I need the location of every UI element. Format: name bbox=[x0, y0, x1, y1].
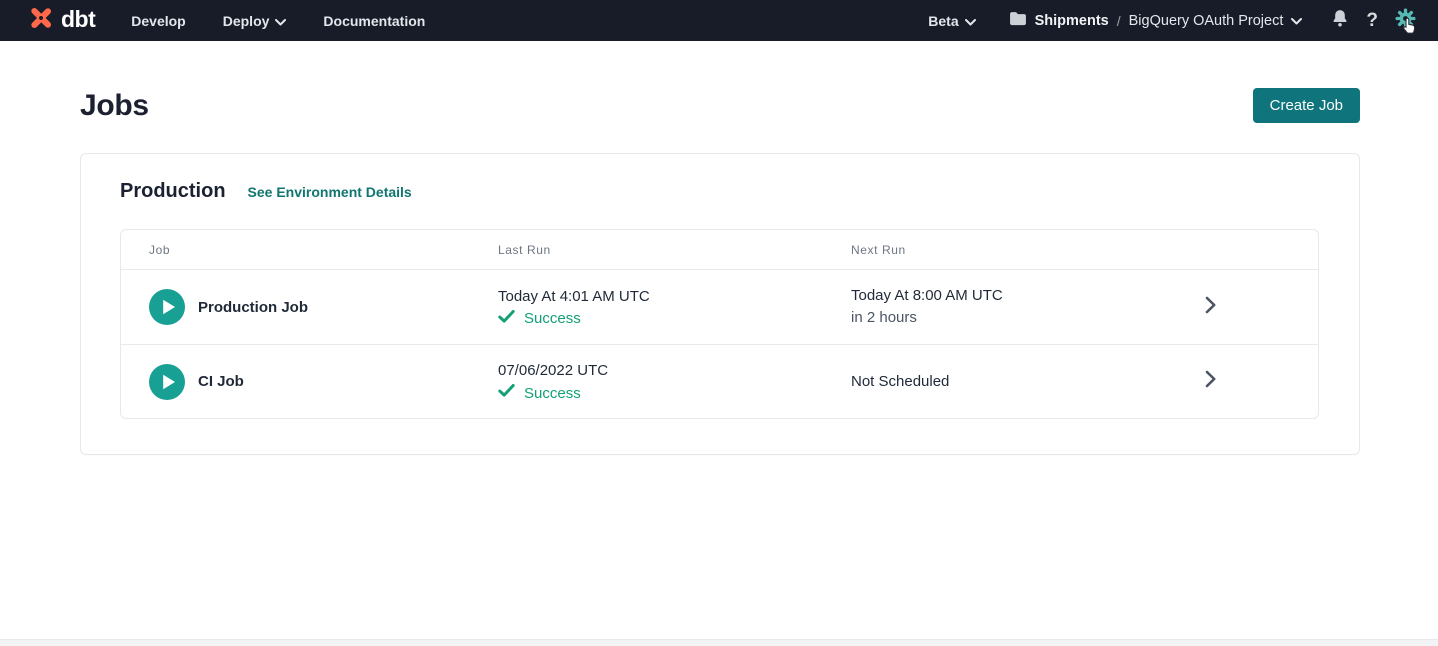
jobs-table-header: Job Last Run Next Run bbox=[121, 230, 1318, 270]
job-cell: Production Job bbox=[149, 289, 498, 325]
last-run-status: Success bbox=[498, 310, 851, 328]
top-navbar: dbt Develop Deploy Documentation Beta Sh… bbox=[0, 0, 1438, 41]
beta-dropdown[interactable]: Beta bbox=[928, 13, 975, 29]
chevron-down-icon bbox=[275, 13, 286, 29]
navbar-left: dbt Develop Deploy Documentation bbox=[26, 3, 425, 38]
environment-card: Production See Environment Details Job L… bbox=[80, 153, 1360, 455]
next-run-time: Not Scheduled bbox=[851, 372, 1182, 392]
check-icon bbox=[498, 310, 515, 328]
next-run-cell: Today At 8:00 AM UTC in 2 hours bbox=[851, 286, 1182, 328]
last-run-time: 07/06/2022 UTC bbox=[498, 361, 851, 381]
see-environment-details-link[interactable]: See Environment Details bbox=[248, 184, 412, 200]
column-header-job: Job bbox=[149, 243, 498, 257]
jobs-table: Job Last Run Next Run Production Job bbox=[120, 229, 1319, 419]
help-button[interactable]: ? bbox=[1366, 10, 1378, 32]
nav-documentation[interactable]: Documentation bbox=[323, 13, 425, 29]
chevron-down-icon bbox=[965, 13, 976, 29]
bottom-strip bbox=[0, 639, 1438, 646]
play-icon bbox=[149, 364, 185, 400]
dbt-logo-icon bbox=[26, 3, 56, 38]
last-run-cell: Today At 4:01 AM UTC Success bbox=[498, 287, 851, 328]
status-label: Success bbox=[524, 310, 581, 327]
last-run-cell: 07/06/2022 UTC Success bbox=[498, 361, 851, 402]
next-run-cell: Not Scheduled bbox=[851, 372, 1182, 392]
navbar-right: Beta Shipments / BigQuery OAuth Project bbox=[928, 8, 1416, 34]
notifications-button[interactable] bbox=[1331, 8, 1349, 33]
nav-deploy[interactable]: Deploy bbox=[223, 13, 287, 29]
run-job-button[interactable] bbox=[149, 364, 185, 400]
bell-icon bbox=[1331, 8, 1349, 33]
next-run-note: in 2 hours bbox=[851, 308, 1182, 328]
settings-button[interactable] bbox=[1395, 8, 1416, 34]
row-detail-button[interactable] bbox=[1182, 296, 1238, 319]
column-header-last-run: Last Run bbox=[498, 243, 851, 257]
account-name[interactable]: Shipments bbox=[1035, 13, 1109, 29]
folder-icon bbox=[1009, 11, 1027, 31]
environment-name: Production bbox=[120, 180, 226, 203]
status-label: Success bbox=[524, 385, 581, 402]
job-name: Production Job bbox=[198, 299, 308, 316]
nav-develop[interactable]: Develop bbox=[131, 13, 185, 29]
create-job-button[interactable]: Create Job bbox=[1253, 88, 1360, 123]
job-row-production[interactable]: Production Job Today At 4:01 AM UTC Succ… bbox=[121, 270, 1318, 344]
last-run-time: Today At 4:01 AM UTC bbox=[498, 287, 851, 307]
last-run-status: Success bbox=[498, 384, 851, 402]
page-title: Jobs bbox=[80, 89, 149, 123]
environment-card-header: Production See Environment Details bbox=[120, 180, 1319, 203]
beta-label: Beta bbox=[928, 13, 958, 29]
page-header: Jobs Create Job bbox=[80, 88, 1360, 123]
project-dropdown[interactable]: BigQuery OAuth Project bbox=[1129, 13, 1303, 29]
project-name: BigQuery OAuth Project bbox=[1129, 13, 1284, 29]
nav-deploy-label: Deploy bbox=[223, 13, 270, 29]
run-job-button[interactable] bbox=[149, 289, 185, 325]
chevron-down-icon bbox=[1291, 13, 1302, 29]
breadcrumb-separator: / bbox=[1117, 13, 1121, 29]
job-cell: CI Job bbox=[149, 364, 498, 400]
primary-nav: Develop Deploy Documentation bbox=[131, 13, 425, 29]
job-name: CI Job bbox=[198, 373, 244, 390]
breadcrumb: Shipments / BigQuery OAuth Project bbox=[1009, 11, 1303, 31]
main-content: Jobs Create Job Production See Environme… bbox=[0, 41, 1438, 455]
chevron-right-icon bbox=[1205, 296, 1216, 319]
dbt-logo[interactable]: dbt bbox=[26, 3, 95, 38]
column-header-next-run: Next Run bbox=[851, 243, 1182, 257]
dbt-logo-text: dbt bbox=[61, 8, 95, 34]
mouse-cursor-icon bbox=[1402, 17, 1416, 39]
play-icon bbox=[149, 289, 185, 325]
next-run-time: Today At 8:00 AM UTC bbox=[851, 286, 1182, 306]
row-detail-button[interactable] bbox=[1182, 370, 1238, 393]
job-row-ci[interactable]: CI Job 07/06/2022 UTC Success Not Schedu… bbox=[121, 344, 1318, 418]
check-icon bbox=[498, 384, 515, 402]
chevron-right-icon bbox=[1205, 370, 1216, 393]
